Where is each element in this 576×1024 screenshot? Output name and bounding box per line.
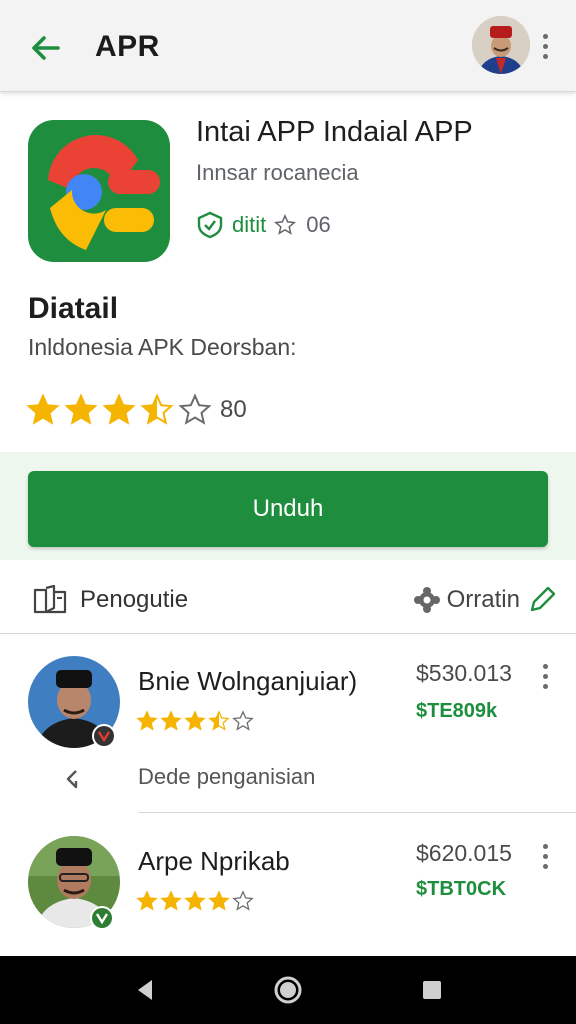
reviewer-badge-icon [92, 724, 116, 748]
reply-icon [66, 770, 78, 789]
detail-title: Diatail [28, 292, 119, 325]
star-half-icon [140, 393, 174, 425]
book-open-icon [33, 584, 67, 614]
system-navigation-bar [0, 956, 576, 1024]
reviewer-name: Arpe Nprikab [138, 846, 290, 876]
review-more-button[interactable] [540, 844, 550, 872]
review-reply: Dede penganisian [138, 764, 316, 789]
avatar-image [472, 16, 530, 74]
top-app-bar: APR [0, 0, 576, 92]
review-price: $530.013 [416, 660, 512, 686]
review-item[interactable]: Bnie Wolnganjuiar) $530.013 $TE809k Dede… [0, 656, 576, 813]
review-sub: $TE809k [416, 700, 498, 722]
tab-left[interactable]: Penogutie [32, 584, 188, 616]
app-icon [28, 120, 170, 262]
rating-count: 80 [220, 396, 247, 423]
tab-right[interactable]: Orratin [413, 584, 558, 616]
star-filled-icon [160, 890, 182, 911]
verified-count: 06 [306, 212, 331, 237]
reviewer-badge-icon [90, 906, 114, 930]
square-recents-icon [423, 981, 441, 999]
rating-row: 80 [26, 390, 247, 430]
tabs-row: Penogutie Orratin [0, 572, 576, 634]
review-more-button[interactable] [540, 664, 550, 692]
shield-check-icon [197, 211, 223, 239]
star-half-icon [208, 710, 230, 731]
star-outline-icon [232, 710, 254, 731]
appbar-title: APR [95, 30, 160, 63]
back-button[interactable] [26, 28, 66, 68]
more-menu-button[interactable] [540, 34, 550, 62]
profile-avatar[interactable] [472, 16, 530, 74]
star-outline-icon [178, 393, 212, 425]
star-outline-icon [232, 890, 254, 911]
install-button[interactable]: Unduh [28, 471, 548, 547]
rating-stars [26, 393, 212, 427]
nav-recents-button[interactable] [414, 972, 450, 1008]
review-sub: $TBT0CK [416, 878, 507, 900]
review-stars [136, 710, 254, 732]
gear-icon [413, 587, 440, 613]
app-title: Intai APP Indaial APP [196, 116, 473, 148]
star-filled-icon [208, 890, 230, 911]
tab-right-label: Orratin [446, 586, 520, 613]
edit-pencil-icon [530, 586, 556, 612]
nav-back-button[interactable] [128, 972, 164, 1008]
review-price: $620.015 [416, 840, 512, 866]
star-filled-icon [184, 890, 206, 911]
tab-left-label: Penogutie [80, 586, 189, 613]
app-developer[interactable]: Innsar rocanecia [196, 160, 359, 186]
triangle-back-icon [138, 980, 152, 1000]
review-stars [136, 890, 254, 912]
star-filled-icon [64, 393, 98, 425]
nav-home-button[interactable] [270, 972, 306, 1008]
star-filled-icon [160, 710, 182, 731]
star-filled-icon [102, 393, 136, 425]
star-filled-icon [26, 393, 60, 425]
star-outline-icon [274, 214, 297, 235]
star-filled-icon [136, 710, 158, 731]
review-divider [138, 812, 576, 813]
verified-row: ditit 06 [196, 208, 331, 242]
reviewer-name: Bnie Wolnganjuiar) [138, 666, 358, 696]
verified-label: ditit [232, 212, 267, 237]
app-logo-icon [28, 120, 170, 262]
arrow-left-icon [32, 36, 60, 60]
star-filled-icon [136, 890, 158, 911]
circle-home-icon [274, 976, 302, 1004]
star-filled-icon [184, 710, 206, 731]
detail-subtitle: Inldonesia APK Deorsban: [28, 334, 297, 360]
review-item[interactable]: Arpe Nprikab $620.015 $TBT0CK [0, 836, 576, 956]
